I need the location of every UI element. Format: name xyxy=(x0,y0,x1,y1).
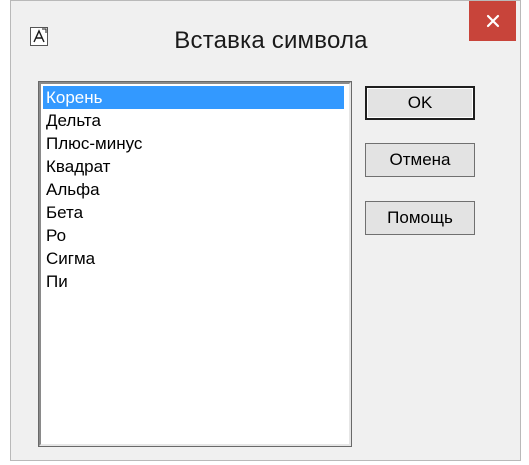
list-item[interactable]: Сигма xyxy=(43,247,349,270)
dialog-title: Вставка символа xyxy=(174,27,368,54)
symbol-list: Корень Дельта Плюс-минус Квадрат Альфа Бета Ро… xyxy=(43,86,349,444)
list-item[interactable]: Пи xyxy=(43,270,349,293)
dialog-body: Корень Дельта Плюс-минус Квадрат Альфа Бета Ро… xyxy=(13,63,516,456)
symbol-listbox[interactable]: Корень Дельта Плюс-минус Квадрат Альфа Бета Ро… xyxy=(38,81,352,447)
cancel-button[interactable]: Отмена xyxy=(365,143,475,177)
insert-symbol-dialog: Вставка символа Корень Дельта Плюс-минус Кв… xyxy=(10,0,521,461)
list-item[interactable]: Дельта xyxy=(43,109,349,132)
close-button[interactable] xyxy=(469,1,516,41)
font-a-icon xyxy=(30,27,48,46)
close-icon xyxy=(486,14,499,28)
list-item[interactable]: Квадрат xyxy=(43,155,349,178)
list-item[interactable]: Бета xyxy=(43,201,349,224)
list-item[interactable]: Альфа xyxy=(43,178,349,201)
ok-button[interactable]: OK xyxy=(365,86,475,120)
help-button[interactable]: Помощь xyxy=(365,201,475,235)
list-item[interactable]: Корень xyxy=(43,86,344,109)
list-item[interactable]: Ро xyxy=(43,224,349,247)
list-item[interactable]: Плюс-минус xyxy=(43,132,349,155)
